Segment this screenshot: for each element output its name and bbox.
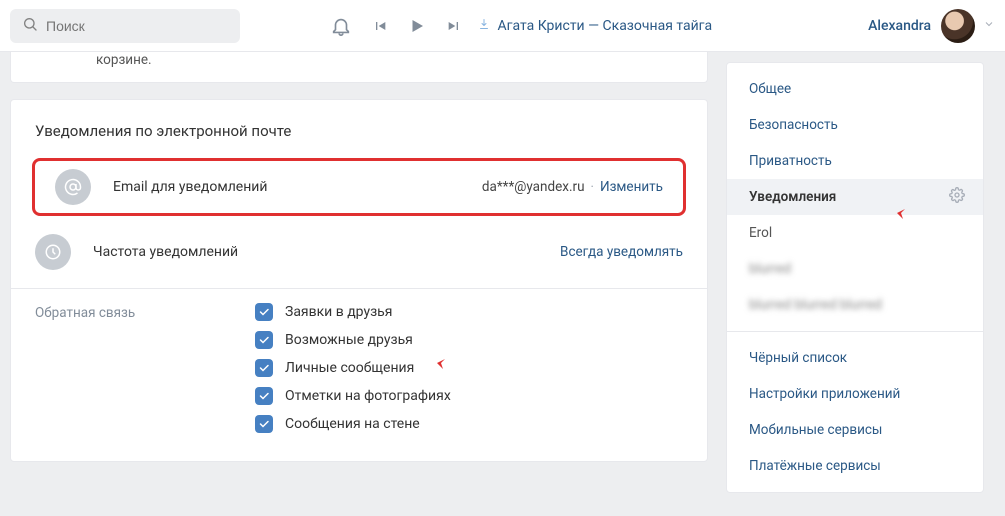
checkbox-label: Отметки на фотографиях <box>285 388 451 404</box>
checkbox-photo-tags[interactable]: Отметки на фотографиях <box>255 387 683 405</box>
search-icon <box>22 16 38 36</box>
search-box[interactable] <box>10 9 240 43</box>
checkbox-icon <box>255 331 273 349</box>
divider <box>11 288 707 289</box>
annotation-arrow-icon <box>895 207 923 233</box>
sidebar-item-privacy[interactable]: Приватность <box>727 143 983 179</box>
checkbox-label: Заявки в друзья <box>285 304 392 320</box>
sidebar-item-blurred: blurred blurred blurred <box>727 287 983 323</box>
sidebar-item-blurred: blurred <box>727 251 983 287</box>
checkbox-label: Возможные друзья <box>285 332 413 348</box>
sidebar-item-payments[interactable]: Платёжные сервисы <box>727 448 983 484</box>
bell-icon[interactable] <box>330 15 352 37</box>
email-notifications-panel: Уведомления по электронной почте Email д… <box>10 99 708 462</box>
fragment-text: корзине. <box>11 52 707 68</box>
chevron-down-icon[interactable] <box>983 18 995 34</box>
checkbox-label: Личные сообщения <box>285 360 414 376</box>
avatar[interactable] <box>941 9 975 43</box>
feedback-group-label: Обратная связь <box>35 303 255 443</box>
search-input[interactable] <box>46 18 228 34</box>
checkbox-possible-friends[interactable]: Возможные друзья <box>255 331 683 349</box>
sidebar-item-mobile[interactable]: Мобильные сервисы <box>727 412 983 448</box>
feedback-group: Обратная связь Заявки в друзья Возможные… <box>35 303 683 443</box>
panel-title: Уведомления по электронной почте <box>35 122 683 140</box>
checkbox-friend-requests[interactable]: Заявки в друзья <box>255 303 683 321</box>
email-row-value: da***@yandex.ru <box>482 179 585 195</box>
change-email-link[interactable]: Изменить <box>600 179 663 195</box>
annotation-arrow-icon <box>435 355 465 381</box>
play-icon[interactable] <box>408 17 426 35</box>
checkbox-label: Сообщения на стене <box>285 416 420 432</box>
frequency-row: Частота уведомлений Всегда уведомлять <box>35 234 683 288</box>
username[interactable]: Alexandra <box>868 18 931 34</box>
next-track-icon[interactable] <box>446 18 462 34</box>
sidebar-item-erol[interactable]: Erol <box>727 215 983 251</box>
checkbox-wall-messages[interactable]: Сообщения на стене <box>255 415 683 433</box>
checkbox-icon <box>255 415 273 433</box>
download-icon <box>478 18 493 34</box>
prev-track-icon[interactable] <box>372 18 388 34</box>
settings-sidebar: Общее Безопасность Приватность Уведомлен… <box>726 62 984 493</box>
checkbox-private-messages[interactable]: Личные сообщения <box>255 359 683 377</box>
clock-icon <box>35 234 71 270</box>
at-icon <box>55 169 91 205</box>
frequency-label: Частота уведомлений <box>93 244 560 260</box>
sidebar-item-security[interactable]: Безопасность <box>727 107 983 143</box>
checkbox-icon <box>255 303 273 321</box>
email-row-label: Email для уведомлений <box>113 179 482 195</box>
gear-icon[interactable] <box>949 187 965 207</box>
checkbox-icon <box>255 359 273 377</box>
now-playing-track[interactable]: Агата Кристи — Сказочная тайга <box>478 18 868 34</box>
top-header: Агата Кристи — Сказочная тайга Alexandra <box>0 0 1005 52</box>
prev-card-fragment: корзине. <box>10 52 708 83</box>
sidebar-item-app-settings[interactable]: Настройки приложений <box>727 376 983 412</box>
sidebar-separator <box>727 331 983 332</box>
track-title: Агата Кристи — Сказочная тайга <box>497 18 712 34</box>
email-for-notifications-row[interactable]: Email для уведомлений da***@yandex.ru · … <box>32 158 686 216</box>
frequency-link[interactable]: Всегда уведомлять <box>560 244 683 260</box>
sidebar-item-notifications[interactable]: Уведомления <box>727 179 983 215</box>
checkbox-icon <box>255 387 273 405</box>
sidebar-item-general[interactable]: Общее <box>727 71 983 107</box>
sidebar-item-blacklist[interactable]: Чёрный список <box>727 340 983 376</box>
